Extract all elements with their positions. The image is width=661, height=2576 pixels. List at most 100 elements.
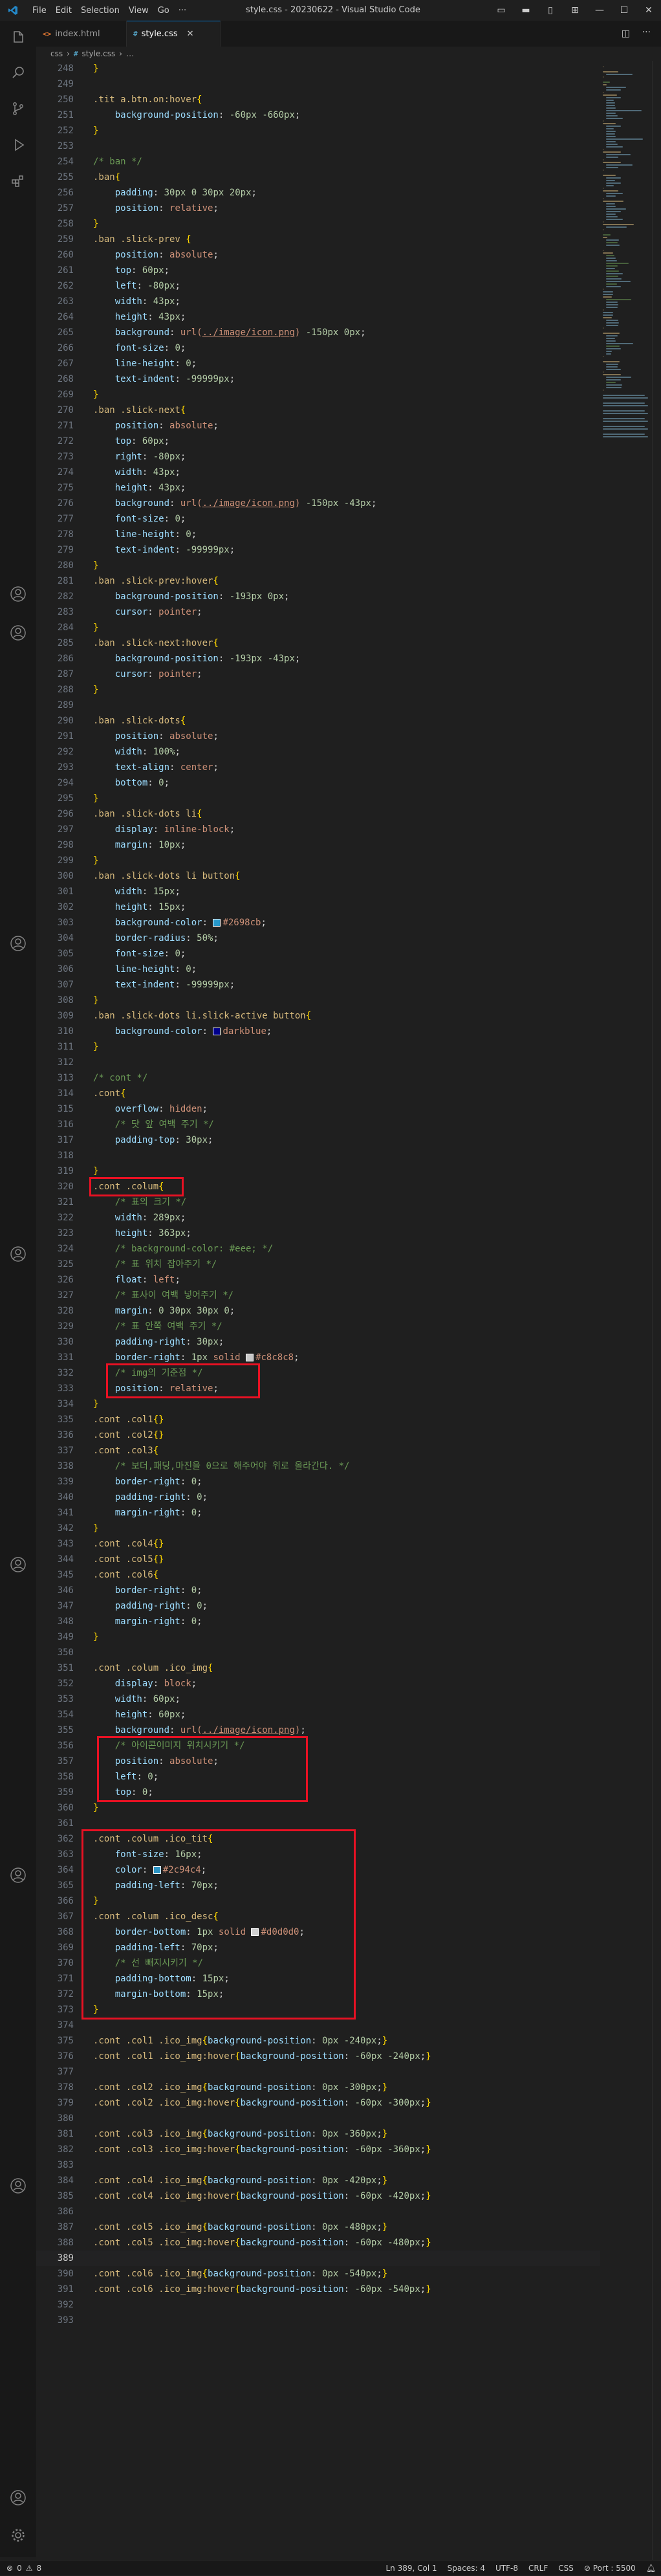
code-line[interactable]: 302 height: 15px; [36,899,600,915]
code-line[interactable]: 348 margin-right: 0; [36,1614,600,1629]
code-line[interactable]: 275 height: 43px; [36,480,600,496]
code-editor[interactable]: 248} 249 250 .tit a.btn.on:hover{251 backgr… [36,61,600,2560]
code-line[interactable]: 261 top: 60px; [36,263,600,278]
run-debug-icon[interactable] [9,136,27,154]
code-line[interactable]: 391 .cont .col6 .ico_img:hover{background… [36,2282,600,2297]
code-line[interactable]: 347 padding-right: 0; [36,1598,600,1614]
code-line[interactable]: 328 margin: 0 30px 30px 0; [36,1303,600,1319]
code-line[interactable]: 270 .ban .slick-next{ [36,402,600,418]
code-line[interactable]: 341 margin-right: 0; [36,1505,600,1521]
gear-icon[interactable] [9,2526,27,2544]
code-line[interactable]: 300 .ban .slick-dots li button{ [36,868,600,884]
code-line[interactable]: 253 [36,138,600,154]
code-line[interactable]: 288} [36,682,600,698]
indentation[interactable]: Spaces: 4 [448,2564,485,2573]
code-line[interactable]: 374 [36,2018,600,2033]
menu-go[interactable]: Go [158,6,169,16]
code-line[interactable]: 334} [36,1396,600,1412]
menu-edit[interactable]: Edit [56,6,72,16]
code-line[interactable]: 250 .tit a.btn.on:hover{ [36,92,600,107]
customize-layout-icon[interactable]: ⊞ [563,0,587,21]
code-line[interactable]: 256 padding: 30px 0 30px 20px; [36,185,600,201]
code-line[interactable]: 309 .ban .slick-dots li.slick-active butt… [36,1008,600,1024]
code-line[interactable]: 383 [36,2157,600,2173]
code-line[interactable]: 311} [36,1039,600,1055]
account-icon[interactable] [9,934,27,952]
code-line[interactable]: 305 font-size: 0; [36,946,600,962]
code-line[interactable]: 295} [36,791,600,806]
code-line[interactable]: 382 .cont .col3 .ico_img:hover{background… [36,2142,600,2157]
code-line[interactable]: 330 padding-right: 30px; [36,1334,600,1350]
code-line[interactable]: 308} [36,993,600,1008]
code-line[interactable]: 297 display: inline-block; [36,822,600,837]
code-line[interactable]: 378 .cont .col2 .ico_img{background-posit… [36,2080,600,2095]
code-line[interactable]: 292 width: 100%; [36,744,600,760]
code-line[interactable]: 353 width: 60px; [36,1691,600,1707]
close-icon[interactable]: ✕ [187,29,194,39]
account-icon[interactable] [9,2489,27,2507]
code-line[interactable]: 350 [36,1645,600,1660]
code-line[interactable]: 379 .cont .col2 .ico_img:hover{background… [36,2095,600,2111]
live-server-port[interactable]: ⊘ Port : 5500 [584,2564,636,2573]
search-icon[interactable] [9,63,27,82]
encoding[interactable]: UTF-8 [495,2564,518,2573]
code-line[interactable]: 380 [36,2111,600,2126]
code-line[interactable]: 338 /* 보더,패딩,마진을 0으로 해주어야 위로 올라간다. */ [36,1459,600,1474]
layout-toggle-icon[interactable]: ▭ [489,0,514,21]
code-line[interactable]: 312 [36,1055,600,1070]
close-icon[interactable]: ✕ [636,0,661,21]
code-line[interactable]: 321 /* 표의 크기 */ [36,1194,600,1210]
extensions-icon[interactable] [9,172,27,190]
code-line[interactable]: 281 .ban .slick-prev:hover{ [36,573,600,589]
code-line[interactable]: 263 width: 43px; [36,294,600,309]
vertical-scrollbar[interactable] [652,61,661,2560]
code-line[interactable]: 289 [36,698,600,713]
code-line[interactable]: 344 .cont .col5{} [36,1552,600,1567]
code-line[interactable]: 325 /* 표 위치 잡아주기 */ [36,1257,600,1272]
tab-style-css[interactable]: # style.css ✕ [127,21,221,47]
code-line[interactable]: 323 height: 363px; [36,1226,600,1241]
account-icon[interactable] [9,1866,27,1884]
menu-selection[interactable]: Selection [81,6,120,16]
code-line[interactable]: 386 [36,2204,600,2219]
code-line[interactable]: 274 width: 43px; [36,465,600,480]
code-line[interactable]: 262 left: -80px; [36,278,600,294]
code-line[interactable]: 381 .cont .col3 .ico_img{background-posit… [36,2126,600,2142]
code-line[interactable]: 317 padding-top: 30px; [36,1132,600,1148]
language-mode[interactable]: CSS [558,2564,574,2573]
account-icon[interactable] [9,2177,27,2195]
code-line[interactable]: 322 width: 289px; [36,1210,600,1226]
code-line[interactable]: 340 padding-right: 0; [36,1490,600,1505]
code-line[interactable]: 349} [36,1629,600,1645]
notifications-icon[interactable]: 🔔︎ [646,2564,656,2573]
code-line[interactable]: 277 font-size: 0; [36,511,600,527]
code-line[interactable]: 351 .cont .colum .ico_img{ [36,1660,600,1676]
menu-more[interactable]: ··· [179,6,186,16]
code-line[interactable]: 276 background: url(../image/icon.png) -… [36,496,600,511]
more-actions-icon[interactable]: ··· [642,27,651,38]
account-icon[interactable] [9,585,27,603]
code-line[interactable]: 285 .ban .slick-next:hover{ [36,635,600,651]
code-line[interactable]: 269} [36,387,600,402]
code-line[interactable]: 393 [36,2313,600,2328]
code-line[interactable]: 296 .ban .slick-dots li{ [36,806,600,822]
maximize-icon[interactable]: ☐ [612,0,636,21]
code-line[interactable]: 318 [36,1148,600,1163]
code-line[interactable]: 264 height: 43px; [36,309,600,325]
sidebar-toggle-icon[interactable]: ▯ [538,0,563,21]
code-line[interactable]: 336 .cont .col2{} [36,1427,600,1443]
code-line[interactable]: 290 .ban .slick-dots{ [36,713,600,729]
line-endings[interactable]: CRLF [528,2564,548,2573]
code-line[interactable]: 389 [36,2251,600,2266]
code-line[interactable]: 306 line-height: 0; [36,962,600,977]
menu-view[interactable]: View [129,6,149,16]
code-line[interactable]: 267 line-height: 0; [36,356,600,371]
code-line[interactable]: 392 [36,2297,600,2313]
code-line[interactable]: 266 font-size: 0; [36,340,600,356]
code-line[interactable]: 346 border-right: 0; [36,1583,600,1598]
code-line[interactable]: 313 /* cont */ [36,1070,600,1086]
code-line[interactable]: 384 .cont .col4 .ico_img{background-posit… [36,2173,600,2188]
code-line[interactable]: 279 text-indent: -99999px; [36,542,600,558]
code-line[interactable]: 301 width: 15px; [36,884,600,899]
code-line[interactable]: 326 float: left; [36,1272,600,1288]
